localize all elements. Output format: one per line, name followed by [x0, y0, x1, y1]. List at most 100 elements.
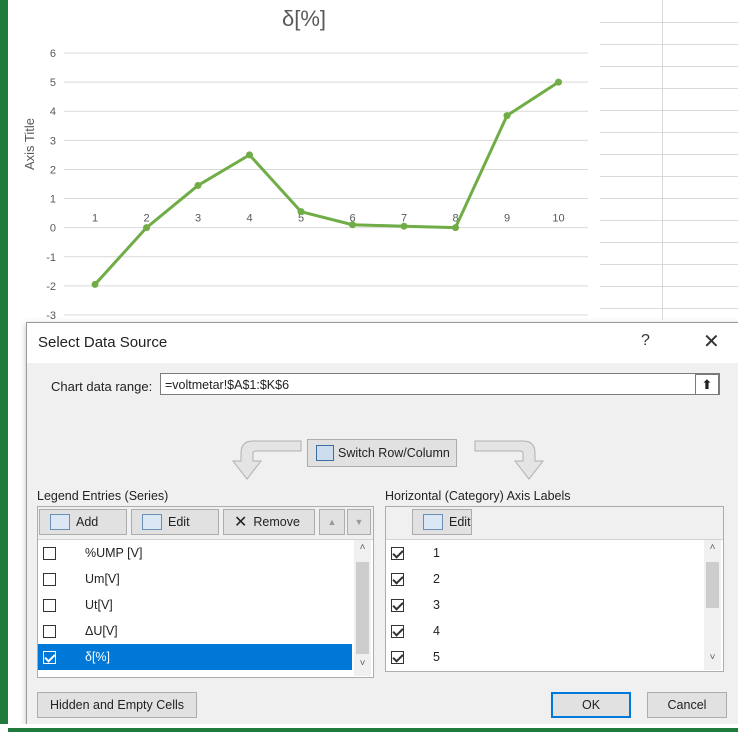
- move-up-button[interactable]: ▲: [319, 509, 345, 535]
- category-item-label: 3: [433, 598, 440, 612]
- switch-row-column-button[interactable]: Switch Row/Column: [307, 439, 457, 467]
- checkbox[interactable]: [43, 598, 56, 612]
- curved-arrow-left-icon: [231, 440, 302, 480]
- data-point[interactable]: [555, 78, 562, 86]
- help-button[interactable]: ?: [641, 332, 650, 350]
- series-item[interactable]: Um[V]: [38, 566, 352, 592]
- y-tick-label: 5: [50, 77, 56, 89]
- edit-axis-labels-button[interactable]: Edit: [412, 509, 472, 535]
- checkbox[interactable]: [391, 546, 404, 560]
- series-item-label: %UMP [V]: [85, 546, 143, 560]
- select-data-source-dialog: Select Data Source ? ✕ Chart data range:…: [26, 322, 738, 726]
- checkbox[interactable]: [43, 624, 56, 638]
- series-item-label: δ[%]: [85, 650, 111, 664]
- data-point[interactable]: [349, 221, 356, 229]
- category-item[interactable]: 1: [386, 540, 702, 566]
- grid-line: [600, 66, 738, 67]
- scroll-up-icon[interactable]: ˄: [354, 542, 371, 553]
- close-icon[interactable]: ✕: [703, 329, 720, 354]
- data-point[interactable]: [143, 224, 150, 232]
- grid-line: [600, 286, 738, 287]
- checkbox[interactable]: [391, 598, 404, 612]
- edit-icon: [142, 514, 162, 530]
- x-tick-label: 1: [92, 213, 98, 225]
- grid-line: [600, 154, 738, 155]
- window-bottom-edge: [0, 724, 738, 742]
- y-tick-label: 1: [50, 194, 56, 206]
- y-tick-label: 3: [50, 135, 56, 147]
- x-tick-label: 10: [552, 213, 564, 225]
- data-point[interactable]: [503, 112, 511, 120]
- worksheet-grid: [600, 0, 738, 320]
- remove-series-button[interactable]: ✕ Remove: [223, 509, 315, 535]
- series-item-label: Ut[V]: [85, 598, 113, 612]
- category-item[interactable]: 3: [386, 592, 702, 618]
- add-label: Add: [76, 515, 99, 529]
- grid-line: [600, 110, 738, 111]
- checkbox[interactable]: [391, 572, 404, 586]
- series-item-label: Um[V]: [85, 572, 120, 586]
- data-point[interactable]: [452, 224, 459, 232]
- x-tick-label: 2: [143, 213, 149, 225]
- grid-line: [600, 308, 738, 309]
- grid-line: [600, 22, 738, 23]
- category-item[interactable]: 5: [386, 644, 702, 670]
- scroll-down-icon[interactable]: ˅: [354, 658, 371, 669]
- chart-data-range-label: Chart data range:: [51, 379, 153, 394]
- scroll-thumb[interactable]: [356, 562, 369, 654]
- data-point[interactable]: [91, 280, 99, 288]
- grid-line: [600, 132, 738, 133]
- scroll-down-icon[interactable]: ˅: [704, 652, 721, 663]
- series-item[interactable]: %UMP [V]: [38, 540, 352, 566]
- category-item-label: 5: [433, 650, 440, 664]
- y-tick-label: 0: [50, 223, 56, 235]
- category-item[interactable]: 2: [386, 566, 702, 592]
- category-item[interactable]: 4: [386, 618, 702, 644]
- grid-line: [600, 264, 738, 265]
- category-item-label: 2: [433, 572, 440, 586]
- chart-data-range-input[interactable]: =voltmetar!$A$1:$K$6: [160, 373, 720, 395]
- y-tick-label: 4: [50, 106, 56, 118]
- dialog-title: Select Data Source: [38, 334, 168, 351]
- series-scrollbar[interactable]: ˄ ˅: [354, 540, 371, 676]
- data-point[interactable]: [194, 181, 202, 189]
- edit-series-button[interactable]: Edit: [131, 509, 219, 535]
- grid-line: [600, 242, 738, 243]
- category-item-label: 1: [433, 546, 440, 560]
- category-scrollbar[interactable]: ˄ ˅: [704, 540, 721, 670]
- checkbox[interactable]: [43, 546, 56, 560]
- axis-labels-toolbar: Edit: [386, 507, 723, 540]
- y-tick-label: -2: [46, 281, 56, 293]
- add-series-button[interactable]: Add: [39, 509, 127, 535]
- switch-row-column-label: Switch Row/Column: [338, 446, 450, 460]
- legend-entries-panel: Add Edit ✕ Remove ▲ ▼ %UMP [V] Um[V] Ut[V]…: [37, 506, 374, 678]
- series-line[interactable]: [93, 80, 560, 286]
- data-point[interactable]: [400, 222, 408, 230]
- checkbox[interactable]: [43, 572, 56, 586]
- cancel-button[interactable]: Cancel: [647, 692, 727, 718]
- grid-line: [600, 44, 738, 45]
- axis-labels-panel: Edit 1 2 3 4 5 ˄ ˅: [385, 506, 724, 672]
- data-point[interactable]: [297, 208, 305, 216]
- data-point[interactable]: [246, 151, 253, 159]
- collapse-dialog-icon[interactable]: ⬆: [695, 374, 719, 395]
- legend-toolbar: Add Edit ✕ Remove ▲ ▼: [38, 507, 373, 540]
- ok-button[interactable]: OK: [551, 692, 631, 718]
- remove-label: Remove: [253, 515, 300, 529]
- grid-line: [600, 88, 738, 89]
- checkbox[interactable]: [43, 650, 56, 664]
- checkbox[interactable]: [391, 624, 404, 638]
- y-tick-label: -1: [46, 252, 56, 264]
- series-item[interactable]: δ[%]: [38, 644, 352, 670]
- series-item[interactable]: ΔU[V]: [38, 618, 352, 644]
- series-item[interactable]: Ut[V]: [38, 592, 352, 618]
- chart-area[interactable]: δ[%] Axis Title 6 5 4 3 2 1 0 -1 -2 -3 1 2 3 4 5 6 7 8 9 10: [8, 0, 600, 320]
- checkbox[interactable]: [391, 650, 404, 664]
- x-tick-label: 3: [195, 213, 201, 225]
- move-down-button[interactable]: ▼: [347, 509, 371, 535]
- hidden-empty-cells-button[interactable]: Hidden and Empty Cells: [37, 692, 197, 718]
- scroll-thumb[interactable]: [706, 562, 719, 608]
- series-item-label: ΔU[V]: [85, 624, 118, 638]
- line-chart: 6543210-1-2-31 2 3 4 5 6 7 8 9 10: [46, 48, 588, 320]
- scroll-up-icon[interactable]: ˄: [704, 542, 721, 553]
